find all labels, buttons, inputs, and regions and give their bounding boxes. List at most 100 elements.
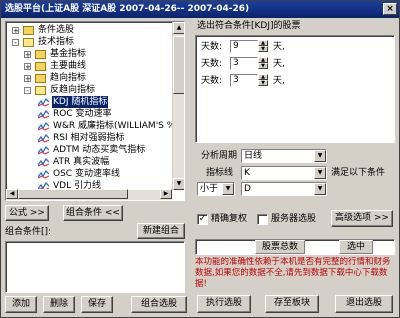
indicator-line-select[interactable]: K ▼ xyxy=(241,166,327,180)
tree-item-label: ATR 真实波幅 xyxy=(53,157,110,167)
indicator-chart-icon xyxy=(37,97,50,107)
delete-button[interactable]: 删除 xyxy=(43,296,75,313)
formula-button[interactable]: 公式 >> xyxy=(5,205,49,221)
tree-item[interactable]: RSI 相对强弱指标 xyxy=(6,132,172,144)
folder-icon xyxy=(35,62,46,71)
tree-vertical-scrollbar[interactable]: ▲ ▼ xyxy=(172,22,184,190)
spin-down-icon[interactable]: ▼ xyxy=(258,63,268,69)
chevron-down-icon[interactable]: ▼ xyxy=(314,183,326,195)
tree-item[interactable]: ATR 真实波幅 xyxy=(6,156,172,168)
close-button[interactable]: × xyxy=(383,3,397,15)
stat-total-label: 股票总数 xyxy=(255,240,305,254)
stock-screener-window: 选股平台(上证A股 深证A股 2007-04-26-- 2007-04-26) … xyxy=(0,0,400,318)
tree-item-label: 主要曲线 xyxy=(50,61,87,71)
tree-item[interactable]: + 基金指标 xyxy=(6,48,172,60)
tree-item-label: ADTM 动态买卖气指标 xyxy=(53,145,146,155)
tree-item[interactable]: + 主要曲线 xyxy=(6,60,172,72)
tree-item[interactable]: - 技术指标 xyxy=(6,36,172,48)
stat-selected-label: 选中 xyxy=(339,240,373,254)
new-combo-button[interactable]: 新建组合 xyxy=(137,223,185,239)
combo-pick-button[interactable]: 组合选股 xyxy=(131,296,187,313)
comparator-value: 小于 xyxy=(200,184,219,194)
collapse-icon[interactable]: - xyxy=(24,87,31,95)
param-spinner[interactable]: ▲ ▼ xyxy=(258,57,268,70)
param-unit: 天, xyxy=(273,76,285,86)
param-spinner[interactable]: ▲ ▼ xyxy=(258,40,268,53)
indicator-chart-icon xyxy=(37,169,50,179)
param-value-input[interactable]: 3 xyxy=(230,74,258,87)
advanced-options-button[interactable]: 高级选项 >> xyxy=(331,210,393,227)
spin-down-icon[interactable]: ▼ xyxy=(258,80,268,86)
param-label: 天数: xyxy=(201,76,223,86)
server-pick-label: 服务器选股 xyxy=(271,214,317,224)
param-label: 天数: xyxy=(201,59,223,69)
exit-screening-button[interactable]: 退出选股 xyxy=(335,295,393,313)
collapse-icon[interactable]: - xyxy=(12,39,19,47)
chevron-down-icon[interactable]: ▼ xyxy=(314,150,326,162)
add-button[interactable]: 添加 xyxy=(5,296,37,313)
execute-screening-button[interactable]: 执行选股 xyxy=(197,295,251,313)
param-unit: 天, xyxy=(273,59,285,69)
tree-horizontal-scrollbar[interactable]: ◀ ▶ xyxy=(6,189,172,200)
indicator-chart-icon xyxy=(37,133,50,143)
indicator-tree[interactable]: + 条件选股 - 技术指标 + 基金指标 + 主要曲线 + 趋向指标 - 反趋向指标 KDJ 随机指标 R… xyxy=(5,21,185,201)
folder-icon xyxy=(35,74,46,83)
tree-item-label: 反趋向指标 xyxy=(50,85,96,95)
satisfy-condition-label: 满足以下条件 xyxy=(331,168,386,178)
folder-icon xyxy=(35,50,46,59)
window-title: 选股平台(上证A股 深证A股 2007-04-26-- 2007-04-26) xyxy=(5,4,250,14)
folder-open-icon xyxy=(23,38,34,47)
tree-item-label: 基金指标 xyxy=(50,49,87,59)
tree-item-label: RSI 相对强弱指标 xyxy=(53,133,125,143)
tree-item[interactable]: + 条件选股 xyxy=(6,24,172,36)
exact-rights-label: 精确复权 xyxy=(211,214,248,224)
param-value-input[interactable]: 9 xyxy=(230,40,258,53)
spin-down-icon[interactable]: ▼ xyxy=(258,46,268,52)
scroll-thumb[interactable] xyxy=(173,36,184,94)
tree-item[interactable]: ROC 变动速率 xyxy=(6,108,172,120)
tree-item[interactable]: OSC 变动速率线 xyxy=(6,168,172,180)
target-line-select[interactable]: D ▼ xyxy=(241,182,327,196)
folder-icon xyxy=(23,26,34,35)
combo-condition-button[interactable]: 组合条件 << xyxy=(63,205,123,221)
tree-item-label: OSC 变动速率线 xyxy=(53,169,120,179)
scroll-down-icon[interactable]: ▼ xyxy=(173,178,184,190)
param-value-input[interactable]: 3 xyxy=(230,57,258,70)
save-to-block-button[interactable]: 存至板块 xyxy=(265,295,319,313)
tree-item[interactable]: KDJ 随机指标 xyxy=(6,96,172,108)
tree-item[interactable]: ADTM 动态买卖气指标 xyxy=(6,144,172,156)
parameter-panel xyxy=(195,35,395,143)
server-pick-checkbox[interactable] xyxy=(257,214,268,225)
expand-icon[interactable]: + xyxy=(24,63,31,71)
scroll-up-icon[interactable]: ▲ xyxy=(173,22,184,34)
tree-item[interactable]: + 趋向指标 xyxy=(6,72,172,84)
target-line-value: D xyxy=(244,184,251,194)
expand-icon[interactable]: + xyxy=(24,75,31,83)
title-bar: 选股平台(上证A股 深证A股 2007-04-26-- 2007-04-26) … xyxy=(1,1,399,18)
scroll-right-icon[interactable]: ▶ xyxy=(160,189,172,199)
exact-rights-checkbox[interactable]: ✓ xyxy=(197,214,208,225)
tree-item[interactable]: - 反趋向指标 xyxy=(6,84,172,96)
indicator-chart-icon xyxy=(37,121,50,131)
param-spinner[interactable]: ▲ ▼ xyxy=(258,74,268,87)
chevron-down-icon[interactable]: ▼ xyxy=(314,167,326,179)
indicator-chart-icon xyxy=(37,157,50,167)
expand-icon[interactable]: + xyxy=(12,27,19,35)
save-button[interactable]: 保存 xyxy=(81,296,113,313)
expand-icon[interactable]: + xyxy=(24,51,31,59)
tree-item-label: ROC 变动速率 xyxy=(53,109,112,119)
period-label: 分析周期 xyxy=(201,151,238,161)
tree-item-label: W&R 威廉指标(WILLIAM'S % xyxy=(53,121,176,131)
comparator-select[interactable]: 小于 ▼ xyxy=(197,182,235,196)
combo-condition-list[interactable] xyxy=(5,241,185,293)
tree-item-label: KDJ 随机指标 xyxy=(52,96,109,108)
scroll-left-icon[interactable]: ◀ xyxy=(6,189,18,199)
period-select-value: 日线 xyxy=(244,151,263,161)
period-select[interactable]: 日线 ▼ xyxy=(241,149,327,163)
indicator-line-label: 指标线 xyxy=(206,168,234,178)
indicator-chart-icon xyxy=(37,145,50,155)
chevron-down-icon[interactable]: ▼ xyxy=(222,183,234,195)
tree-item[interactable]: W&R 威廉指标(WILLIAM'S % xyxy=(6,120,175,132)
hscroll-thumb[interactable] xyxy=(18,189,128,199)
tree-item-label: 条件选股 xyxy=(38,25,75,35)
